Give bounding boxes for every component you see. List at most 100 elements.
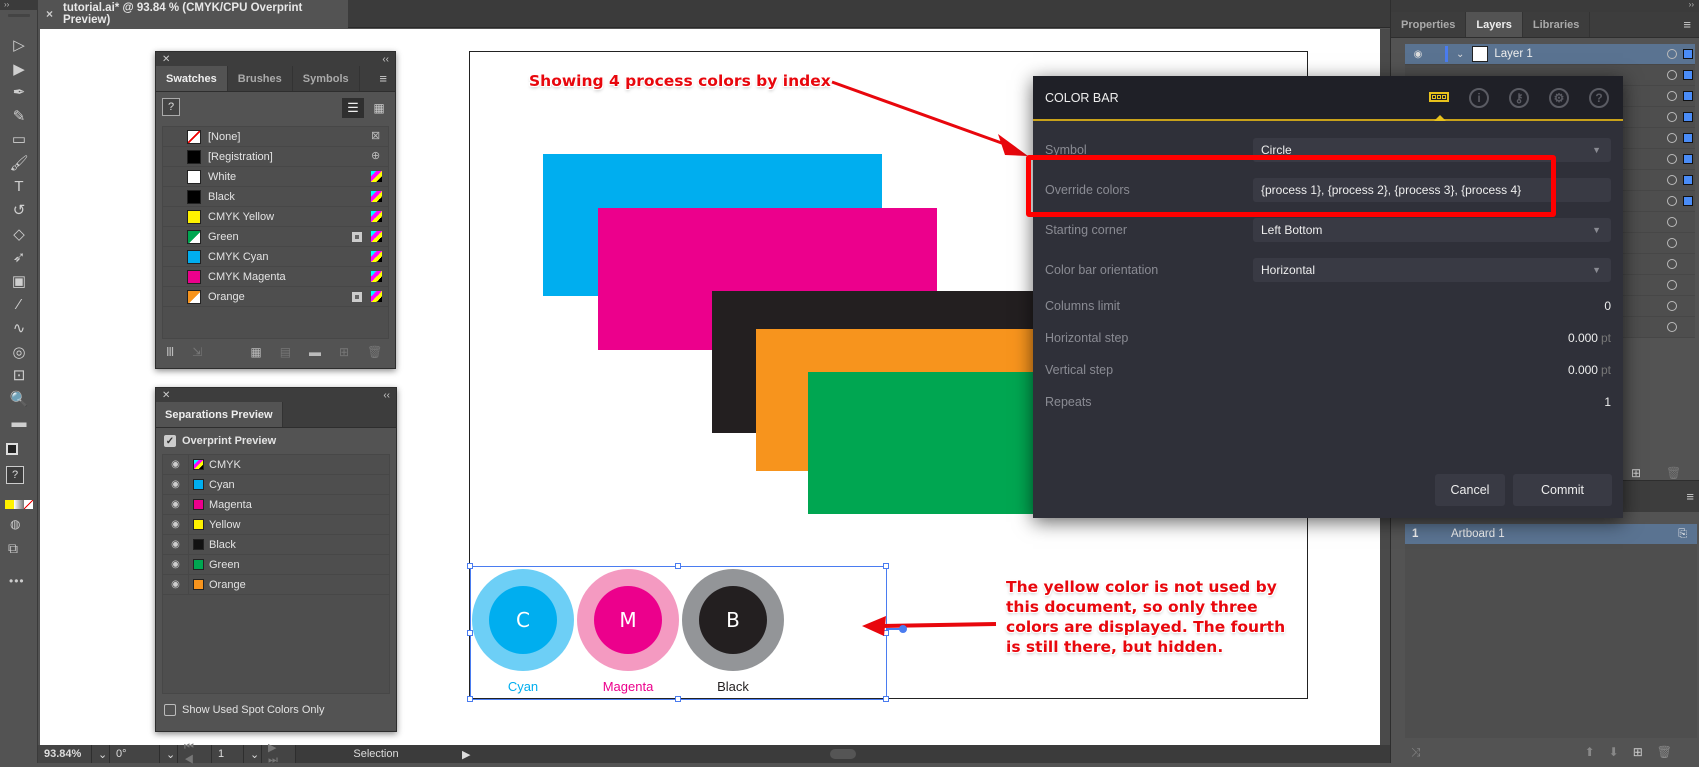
selection-indicator[interactable] — [1683, 91, 1693, 101]
horizontal-step-input[interactable]: 0.000 pt — [1253, 331, 1611, 345]
color-bar-swatch[interactable]: B — [682, 569, 784, 671]
separation-row[interactable]: ◉ Black — [163, 534, 389, 555]
separation-row[interactable]: ◉ Yellow — [163, 514, 389, 535]
key-icon[interactable]: ⚷ — [1509, 88, 1529, 108]
swatch-row[interactable]: [Registration] ⊕ — [163, 147, 388, 167]
chevron-down-icon[interactable]: ⌄ — [1456, 49, 1464, 60]
artboard-row[interactable]: 1 Artboard 1 ⎘ — [1405, 524, 1697, 544]
eraser-tool-icon[interactable]: ◇ — [7, 223, 31, 245]
none-mode-icon[interactable] — [23, 500, 33, 509]
type-tool-icon[interactable]: T — [7, 176, 31, 198]
target-icon[interactable] — [1667, 217, 1677, 227]
draw-mode-icon[interactable]: ◍ — [10, 517, 20, 531]
orientation-select[interactable]: Horizontal ▼ — [1253, 258, 1611, 282]
panel-menu-icon[interactable]: ≡ — [1686, 489, 1694, 504]
panel-menu-icon[interactable]: ≡ — [371, 66, 395, 91]
swatch-row[interactable]: Black — [163, 187, 388, 207]
document-tab[interactable]: × tutorial.ai* @ 93.84 % (CMYK/CPU Overp… — [38, 0, 348, 28]
artboard-options-icon[interactable]: ⎘ — [1678, 528, 1687, 541]
screen-mode-icon[interactable]: ⧉ — [8, 540, 18, 557]
color-bar-icon[interactable] — [1429, 92, 1449, 102]
paintbrush-tool-icon[interactable]: 🖌 — [7, 152, 31, 174]
collapse-panel-icon[interactable]: ‹‹ — [382, 54, 389, 65]
toolbar-grip[interactable] — [8, 14, 30, 17]
fill-stroke-swap[interactable] — [6, 443, 32, 457]
artboard-number-input[interactable]: 1 — [212, 745, 244, 763]
new-artboard-icon[interactable]: ⊞ — [1633, 745, 1643, 759]
rotate-handle[interactable] — [899, 625, 907, 633]
overprint-preview-row[interactable]: ✓ Overprint Preview — [156, 428, 396, 454]
separation-row[interactable]: ◉ Magenta — [163, 494, 389, 515]
swatch-row[interactable]: [None] ⊠ — [163, 127, 388, 147]
tab-separations-preview[interactable]: Separations Preview — [156, 402, 283, 427]
status-menu-icon[interactable]: ▶ — [456, 745, 470, 763]
close-tab-icon[interactable]: × — [46, 7, 53, 21]
tab-layers[interactable]: Layers — [1466, 12, 1523, 37]
swatch-row[interactable]: Orange — [163, 287, 388, 307]
rearrange-artboards-icon[interactable]: ⤨ — [1411, 745, 1421, 760]
color-bar-swatch[interactable]: C — [472, 569, 574, 671]
collapse-toolbar-icon[interactable]: ›› — [0, 0, 38, 10]
close-panel-icon[interactable]: ✕ — [162, 390, 170, 401]
tab-brushes[interactable]: Brushes — [228, 66, 293, 91]
delete-artboard-icon[interactable]: 🗑 — [1657, 745, 1672, 759]
target-icon[interactable] — [1667, 238, 1677, 248]
overprint-preview-checkbox[interactable]: ✓ — [164, 435, 176, 447]
cancel-button[interactable]: Cancel — [1435, 474, 1505, 506]
tab-swatches[interactable]: Swatches — [156, 66, 228, 91]
swatch-row[interactable]: White — [163, 167, 388, 187]
thumbnail-view-icon[interactable]: ▦ — [368, 98, 390, 118]
new-color-group-icon[interactable]: ▬ — [309, 345, 321, 359]
selection-indicator[interactable] — [1683, 112, 1693, 122]
selection-handle[interactable] — [675, 563, 681, 569]
artboard-dropdown-icon[interactable]: ⌄ — [244, 745, 262, 763]
swatch-row[interactable]: Green — [163, 227, 388, 247]
green-rect[interactable] — [808, 372, 1068, 514]
pen-tool-icon[interactable]: ✒ — [7, 81, 31, 103]
tab-symbols[interactable]: Symbols — [293, 66, 360, 91]
visibility-eye-icon[interactable]: ◉ — [163, 574, 189, 595]
gradient-tool-icon[interactable]: ▣ — [7, 270, 31, 292]
new-swatch-icon[interactable]: ⊞ — [339, 345, 349, 359]
zoom-dropdown-icon[interactable]: ⌄ — [92, 745, 110, 763]
target-icon[interactable] — [1667, 280, 1677, 290]
rotation-input[interactable]: 0° — [110, 745, 160, 763]
separation-row[interactable]: ◉ CMYK — [163, 454, 389, 475]
selection-indicator[interactable] — [1683, 154, 1693, 164]
separation-row[interactable]: ◉ Orange — [163, 574, 389, 595]
measure-tool-icon[interactable]: ▬ — [7, 412, 31, 434]
target-icon[interactable] — [1667, 322, 1677, 332]
horizontal-scrollbar-thumb[interactable] — [830, 749, 856, 759]
target-icon[interactable] — [1667, 154, 1677, 164]
selection-indicator[interactable] — [1683, 175, 1693, 185]
gradient-mode-icon[interactable] — [14, 500, 24, 509]
swatch-libraries-icon[interactable]: Ⅲ — [166, 345, 174, 359]
swatch-row[interactable]: CMYK Cyan — [163, 247, 388, 267]
selection-handle[interactable] — [883, 563, 889, 569]
target-icon[interactable] — [1667, 175, 1677, 185]
separation-row[interactable]: ◉ Cyan — [163, 474, 389, 495]
target-icon[interactable] — [1667, 133, 1677, 143]
curvature-tool-icon[interactable]: ✎ — [7, 105, 31, 127]
current-tool-label[interactable]: Selection — [296, 745, 456, 763]
collapse-panel-icon[interactable]: ‹‹ — [383, 390, 390, 401]
rotation-dropdown-icon[interactable]: ⌄ — [160, 745, 178, 763]
repeats-input[interactable]: 1 — [1253, 395, 1611, 409]
close-panel-icon[interactable]: ✕ — [162, 54, 170, 65]
target-icon[interactable] — [1667, 91, 1677, 101]
next-last-artboard-icon[interactable]: ▶ ⏭ — [262, 742, 296, 766]
rotate-tool-icon[interactable]: ↺ — [7, 199, 31, 221]
collapse-dock-icon[interactable]: ›› — [1391, 0, 1699, 12]
color-mode-buttons[interactable] — [5, 500, 33, 509]
delete-layer-icon[interactable]: 🗑 — [1666, 466, 1681, 480]
starting-corner-select[interactable]: Left Bottom ▼ — [1253, 218, 1611, 242]
lasso-tool-icon[interactable]: ➶ — [7, 246, 31, 268]
direct-selection-tool-icon[interactable]: ▶ — [7, 58, 31, 80]
fill-swatch-indicator[interactable]: ? — [162, 98, 180, 116]
visibility-eye-icon[interactable]: ◉ — [1405, 49, 1431, 60]
color-bar-swatch[interactable]: M — [577, 569, 679, 671]
swatch-row[interactable]: CMYK Magenta — [163, 267, 388, 287]
selection-indicator[interactable] — [1683, 49, 1693, 59]
new-layer-icon[interactable]: ⊞ — [1631, 466, 1641, 480]
settings-icon[interactable]: ⚙ — [1549, 88, 1569, 108]
